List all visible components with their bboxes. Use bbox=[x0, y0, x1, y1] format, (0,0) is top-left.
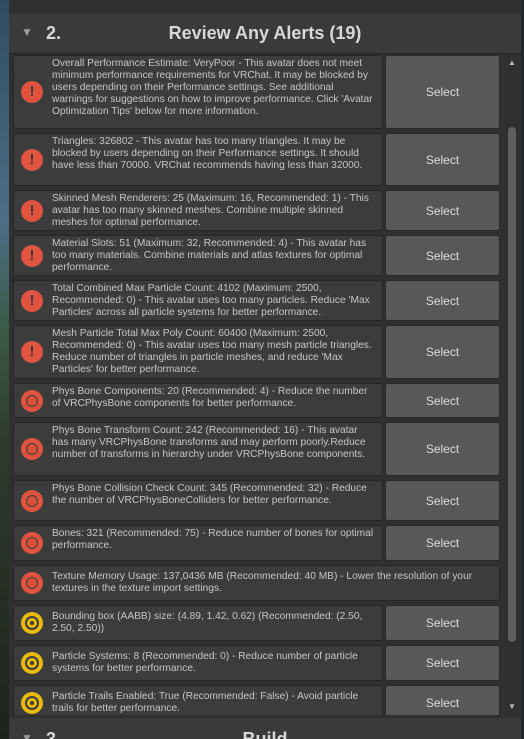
alert-message: Bones: 321 (Recommended: 75) - Reduce nu… bbox=[13, 525, 383, 561]
alert-text: Overall Performance Estimate: VeryPoor -… bbox=[52, 58, 373, 117]
error-icon: ! bbox=[21, 81, 43, 103]
alert-message: Texture Memory Usage: 137,0436 MB (Recom… bbox=[13, 565, 500, 601]
alert-text: Texture Memory Usage: 137,0436 MB (Recom… bbox=[52, 571, 473, 594]
error-icon: ! bbox=[21, 148, 43, 171]
medium-performance-icon bbox=[21, 652, 43, 674]
scroll-down-arrow-icon[interactable]: ▼ bbox=[505, 702, 519, 711]
alert-message: Phys Bone Components: 20 (Recommended: 4… bbox=[13, 383, 383, 418]
alert-row: Bounding box (AABB) size: (4.89, 1.42, 0… bbox=[13, 605, 503, 641]
alert-message: Particle Trails Enabled: True (Recommend… bbox=[13, 685, 383, 715]
alert-message: ! Overall Performance Estimate: VeryPoor… bbox=[13, 55, 383, 129]
alerts-panel: ▼ 2. Review Any Alerts (19) ! Overall Pe… bbox=[9, 0, 521, 739]
background-edge-left bbox=[0, 0, 9, 739]
alert-row: ! Overall Performance Estimate: VeryPoor… bbox=[13, 55, 503, 129]
error-icon: ! bbox=[21, 244, 43, 267]
poor-performance-icon bbox=[21, 532, 43, 554]
alert-text: Skinned Mesh Renderers: 25 (Maximum: 16,… bbox=[52, 193, 369, 228]
section-title: Review Any Alerts (19) bbox=[168, 23, 362, 43]
alert-row: Phys Bone Transform Count: 242 (Recommen… bbox=[13, 422, 503, 476]
alert-text: Total Combined Max Particle Count: 4102 … bbox=[52, 283, 370, 318]
error-icon: ! bbox=[21, 341, 43, 363]
alert-row: Texture Memory Usage: 137,0436 MB (Recom… bbox=[13, 565, 503, 601]
alert-row: Particle Systems: 8 (Recommended: 0) - R… bbox=[13, 645, 503, 681]
alert-text: Triangles: 326802 - This avatar has too … bbox=[52, 136, 363, 171]
error-icon: ! bbox=[21, 199, 43, 222]
alert-message: ! Triangles: 326802 - This avatar has to… bbox=[13, 133, 383, 186]
alert-row: ! Material Slots: 51 (Maximum: 32, Recom… bbox=[13, 235, 503, 276]
scrollbar-thumb[interactable] bbox=[508, 127, 516, 642]
select-button[interactable]: Select bbox=[385, 280, 500, 321]
poor-performance-icon bbox=[21, 489, 43, 512]
alert-message: Bounding box (AABB) size: (4.89, 1.42, 0… bbox=[13, 605, 383, 641]
alert-message: Particle Systems: 8 (Recommended: 0) - R… bbox=[13, 645, 383, 681]
alert-text: Mesh Particle Total Max Poly Count: 6040… bbox=[52, 328, 372, 375]
alert-text: Material Slots: 51 (Maximum: 32, Recomme… bbox=[52, 238, 367, 273]
select-button[interactable]: Select bbox=[385, 235, 500, 276]
select-button[interactable]: Select bbox=[385, 645, 500, 681]
alert-message: ! Mesh Particle Total Max Poly Count: 60… bbox=[13, 325, 383, 379]
alert-text: Particle Systems: 8 (Recommended: 0) - R… bbox=[52, 651, 358, 674]
select-button[interactable]: Select bbox=[385, 383, 500, 418]
scroll-up-arrow-icon[interactable]: ▲ bbox=[505, 58, 519, 67]
poor-performance-icon bbox=[21, 389, 43, 412]
select-button[interactable]: Select bbox=[385, 685, 500, 715]
poor-performance-icon bbox=[21, 572, 43, 594]
alert-row: ! Mesh Particle Total Max Poly Count: 60… bbox=[13, 325, 503, 379]
select-button[interactable]: Select bbox=[385, 480, 500, 521]
next-section-header[interactable]: ▼ 3. Build bbox=[9, 718, 521, 739]
poor-performance-icon bbox=[21, 438, 43, 460]
select-button[interactable]: Select bbox=[385, 325, 500, 379]
alert-text: Phys Bone Components: 20 (Recommended: 4… bbox=[52, 386, 368, 409]
alert-row: Bones: 321 (Recommended: 75) - Reduce nu… bbox=[13, 525, 503, 561]
select-button[interactable]: Select bbox=[385, 190, 500, 231]
alert-message: ! Total Combined Max Particle Count: 410… bbox=[13, 280, 383, 321]
alert-text: Phys Bone Transform Count: 242 (Recommen… bbox=[52, 425, 366, 460]
alert-row: Particle Trails Enabled: True (Recommend… bbox=[13, 685, 503, 715]
alert-row: ! Skinned Mesh Renderers: 25 (Maximum: 1… bbox=[13, 190, 503, 231]
alert-message: Phys Bone Transform Count: 242 (Recommen… bbox=[13, 422, 383, 476]
medium-performance-icon bbox=[21, 612, 43, 634]
alert-message: ! Skinned Mesh Renderers: 25 (Maximum: 1… bbox=[13, 190, 383, 231]
alert-text: Bounding box (AABB) size: (4.89, 1.42, 0… bbox=[52, 611, 363, 634]
alert-text: Phys Bone Collision Check Count: 345 (Re… bbox=[52, 483, 367, 506]
alert-message: Phys Bone Collision Check Count: 345 (Re… bbox=[13, 480, 383, 521]
vertical-scrollbar[interactable]: ▲ ▼ bbox=[505, 55, 519, 715]
section-header[interactable]: ▼ 2. Review Any Alerts (19) bbox=[9, 14, 521, 54]
error-icon: ! bbox=[21, 289, 43, 312]
alert-row: ! Total Combined Max Particle Count: 410… bbox=[13, 280, 503, 321]
alert-row: Phys Bone Components: 20 (Recommended: 4… bbox=[13, 383, 503, 418]
select-button[interactable]: Select bbox=[385, 55, 500, 129]
select-button[interactable]: Select bbox=[385, 525, 500, 561]
medium-performance-icon bbox=[21, 692, 43, 714]
alert-text: Bones: 321 (Recommended: 75) - Reduce nu… bbox=[52, 528, 374, 551]
select-button[interactable]: Select bbox=[385, 422, 500, 476]
select-button[interactable]: Select bbox=[385, 133, 500, 186]
alerts-list: ! Overall Performance Estimate: VeryPoor… bbox=[13, 55, 503, 715]
alert-row: Phys Bone Collision Check Count: 345 (Re… bbox=[13, 480, 503, 521]
alert-message: ! Material Slots: 51 (Maximum: 32, Recom… bbox=[13, 235, 383, 276]
alert-row: ! Triangles: 326802 - This avatar has to… bbox=[13, 133, 503, 186]
select-button[interactable]: Select bbox=[385, 605, 500, 641]
section-title: Build bbox=[242, 729, 288, 739]
alert-text: Particle Trails Enabled: True (Recommend… bbox=[52, 691, 359, 714]
